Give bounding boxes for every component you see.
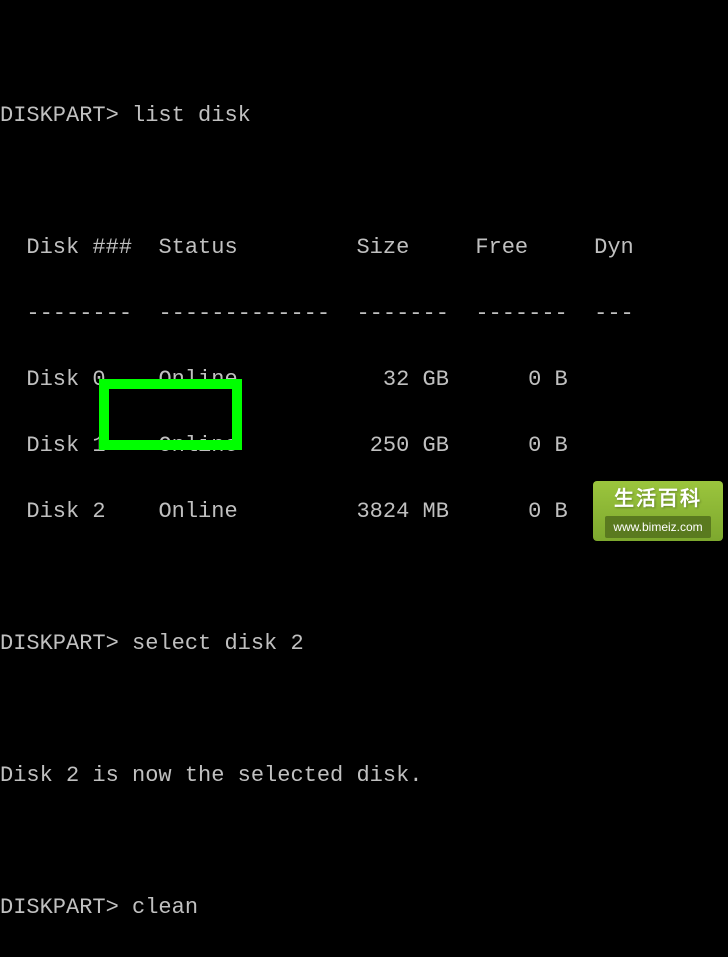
cell-free: 0 B — [528, 433, 568, 458]
table-separator: -------- ------------- ------- ------- -… — [0, 297, 728, 330]
cell-size: 250 GB — [370, 433, 449, 458]
header-size: Size — [356, 235, 409, 260]
sep-free: ------- — [475, 301, 567, 326]
prompt: DISKPART> — [0, 631, 119, 656]
sep-status: ------------- — [158, 301, 330, 326]
clean-command: clean — [132, 895, 198, 920]
cell-size: 3824 MB — [356, 499, 448, 524]
sep-dyn: --- — [594, 301, 634, 326]
cell-disk: Disk 1 — [26, 433, 105, 458]
cell-free: 0 B — [528, 499, 568, 524]
header-disk: Disk ### — [26, 235, 132, 260]
table-row: Disk 1 Online 250 GB 0 B — [0, 429, 728, 462]
table-row: Disk 0 Online 32 GB 0 B — [0, 363, 728, 396]
command-line-1: DISKPART> list disk — [0, 99, 728, 132]
terminal-output[interactable]: DISKPART> list disk Disk ### Status Size… — [0, 0, 728, 957]
header-status: Status — [158, 235, 237, 260]
watermark-title: 生活百科 — [614, 484, 702, 514]
cell-disk: Disk 2 — [26, 499, 105, 524]
cell-disk: Disk 0 — [26, 367, 105, 392]
command-line-3: DISKPART> clean — [0, 891, 728, 924]
sep-disk: -------- — [26, 301, 132, 326]
table-header: Disk ### Status Size Free Dyn — [0, 231, 728, 264]
selection-message: Disk 2 is now the selected disk. — [0, 759, 728, 792]
cell-free: 0 B — [528, 367, 568, 392]
sep-size: ------- — [356, 301, 448, 326]
header-dyn: Dyn — [594, 235, 634, 260]
cell-status: Online — [158, 499, 237, 524]
command-line-2: DISKPART> select disk 2 — [0, 627, 728, 660]
header-free: Free — [475, 235, 528, 260]
prompt: DISKPART> — [0, 103, 119, 128]
prompt: DISKPART> — [0, 895, 119, 920]
select-disk-command: select disk 2 — [132, 631, 304, 656]
list-disk-command: list disk — [132, 103, 251, 128]
watermark-badge: 生活百科 www.bimeiz.com — [593, 481, 723, 541]
watermark-url: www.bimeiz.com — [605, 516, 710, 538]
cell-size: 32 GB — [383, 367, 449, 392]
cell-status: Online — [158, 367, 237, 392]
cell-status: Online — [158, 433, 237, 458]
